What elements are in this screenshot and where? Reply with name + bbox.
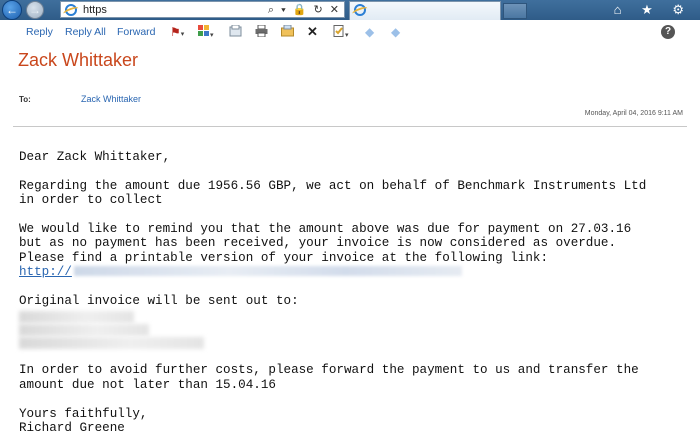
tab-ie-icon bbox=[354, 4, 366, 16]
reply-button[interactable]: Reply bbox=[26, 26, 53, 38]
redacted-line bbox=[19, 337, 204, 350]
invoice-link-line: http:// bbox=[19, 265, 684, 279]
forward-button[interactable]: Forward bbox=[117, 26, 156, 38]
body-line: but as no payment has been received, you… bbox=[19, 236, 617, 251]
browser-chrome: ← → https ⌕ ▾ 🔒 ↻ ✕ ⌂ ★ ⚙ bbox=[0, 0, 700, 20]
mark-icon[interactable]: ▾ bbox=[333, 25, 349, 43]
body-line: Regarding the amount due 1956.56 GBP, we… bbox=[19, 178, 647, 193]
body-line: Please find a printable version of your … bbox=[19, 250, 549, 265]
body-line: amount due not later than 15.04.16 bbox=[19, 377, 276, 392]
body-line: Original invoice will be sent out to: bbox=[19, 294, 299, 309]
next-item-icon[interactable]: ◆ bbox=[391, 25, 400, 39]
redacted-line bbox=[19, 324, 149, 337]
previous-item-icon[interactable]: ◆ bbox=[365, 25, 374, 39]
mail-toolbar: Reply Reply All Forward ⚑▾ ▾ ✕ ▾ ◆ ◆ ? bbox=[0, 20, 700, 44]
redacted-link bbox=[73, 266, 462, 277]
body-line: In order to avoid further costs, please … bbox=[19, 363, 639, 378]
categories-icon[interactable]: ▾ bbox=[198, 25, 214, 43]
forward-arrow-icon[interactable]: → bbox=[26, 1, 44, 19]
flag-icon[interactable]: ⚑▾ bbox=[170, 25, 184, 42]
address-bar[interactable]: https ⌕ ▾ 🔒 ↻ ✕ bbox=[60, 1, 345, 18]
header-divider bbox=[13, 126, 687, 127]
body-line: in order to collect bbox=[19, 193, 163, 208]
redacted-address bbox=[19, 311, 209, 350]
help-icon[interactable]: ? bbox=[661, 25, 675, 39]
address-text[interactable]: https bbox=[83, 3, 107, 17]
back-arrow-icon[interactable]: ← bbox=[2, 0, 22, 20]
body-line: We would like to remind you that the amo… bbox=[19, 222, 632, 236]
delete-icon[interactable]: ✕ bbox=[307, 25, 318, 39]
redacted-line bbox=[19, 311, 134, 324]
signature: Richard Greene bbox=[19, 421, 125, 436]
message-date: Monday, April 04, 2016 9:11 AM bbox=[584, 110, 683, 117]
ie-logo-icon bbox=[65, 4, 77, 16]
recipient-link[interactable]: Zack Whittaker bbox=[81, 94, 141, 104]
message-body: Dear Zack Whittaker, Regarding the amoun… bbox=[19, 150, 684, 435]
move-icon[interactable] bbox=[229, 24, 242, 40]
new-tab-button[interactable] bbox=[503, 3, 527, 19]
window-icons[interactable]: ⌂ ★ ⚙ bbox=[614, 1, 692, 19]
browser-tab[interactable] bbox=[349, 1, 501, 20]
greeting: Dear Zack Whittaker, bbox=[19, 150, 171, 164]
invoice-link[interactable]: http:// bbox=[19, 265, 72, 279]
address-bar-icons[interactable]: ⌕ ▾ 🔒 ↻ ✕ bbox=[268, 3, 341, 17]
to-label: To: bbox=[19, 95, 31, 104]
print-icon[interactable] bbox=[255, 24, 268, 40]
archive-icon[interactable] bbox=[281, 24, 294, 40]
closing: Yours faithfully, bbox=[19, 406, 148, 421]
reply-all-button[interactable]: Reply All bbox=[65, 26, 106, 38]
sender-name: Zack Whittaker bbox=[18, 50, 139, 70]
